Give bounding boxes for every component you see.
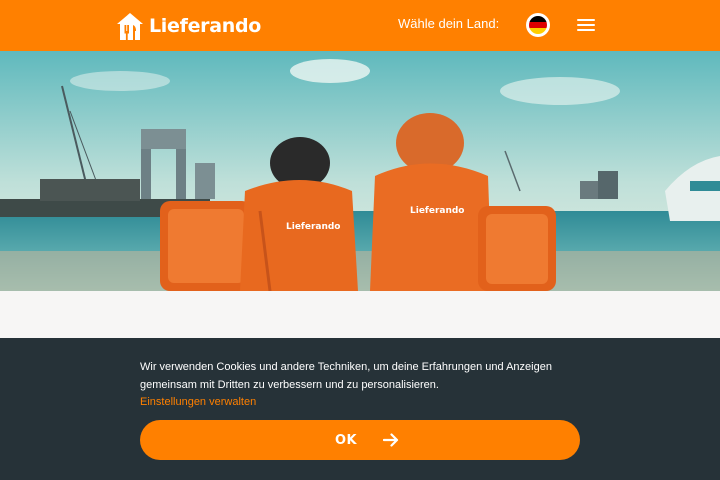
house-fork-logo-icon [117,12,143,40]
ok-button-label: OK [334,432,358,448]
country-label: Wähle dein Land: [398,16,500,31]
germany-flag-icon[interactable] [526,13,550,37]
cookie-text: Wir verwenden Cookies und andere Technik… [140,361,552,391]
content-area [0,291,720,338]
hamburger-menu-icon[interactable] [574,14,598,36]
arrow-right-icon [383,433,399,447]
cookie-banner: Wir verwenden Cookies und andere Technik… [0,338,720,480]
svg-text:Lieferando: Lieferando [410,206,465,216]
hero-image: Lieferando Lieferando [0,51,720,291]
logo-text: Lieferando [149,15,262,37]
header-bar: Lieferando Wähle dein Land: [0,0,720,51]
ok-button[interactable]: OK [140,420,580,460]
lieferando-logo[interactable]: Lieferando [116,11,261,41]
cookie-settings-link[interactable]: Einstellungen verwalten [140,394,256,410]
svg-text:Lieferando: Lieferando [286,222,341,232]
